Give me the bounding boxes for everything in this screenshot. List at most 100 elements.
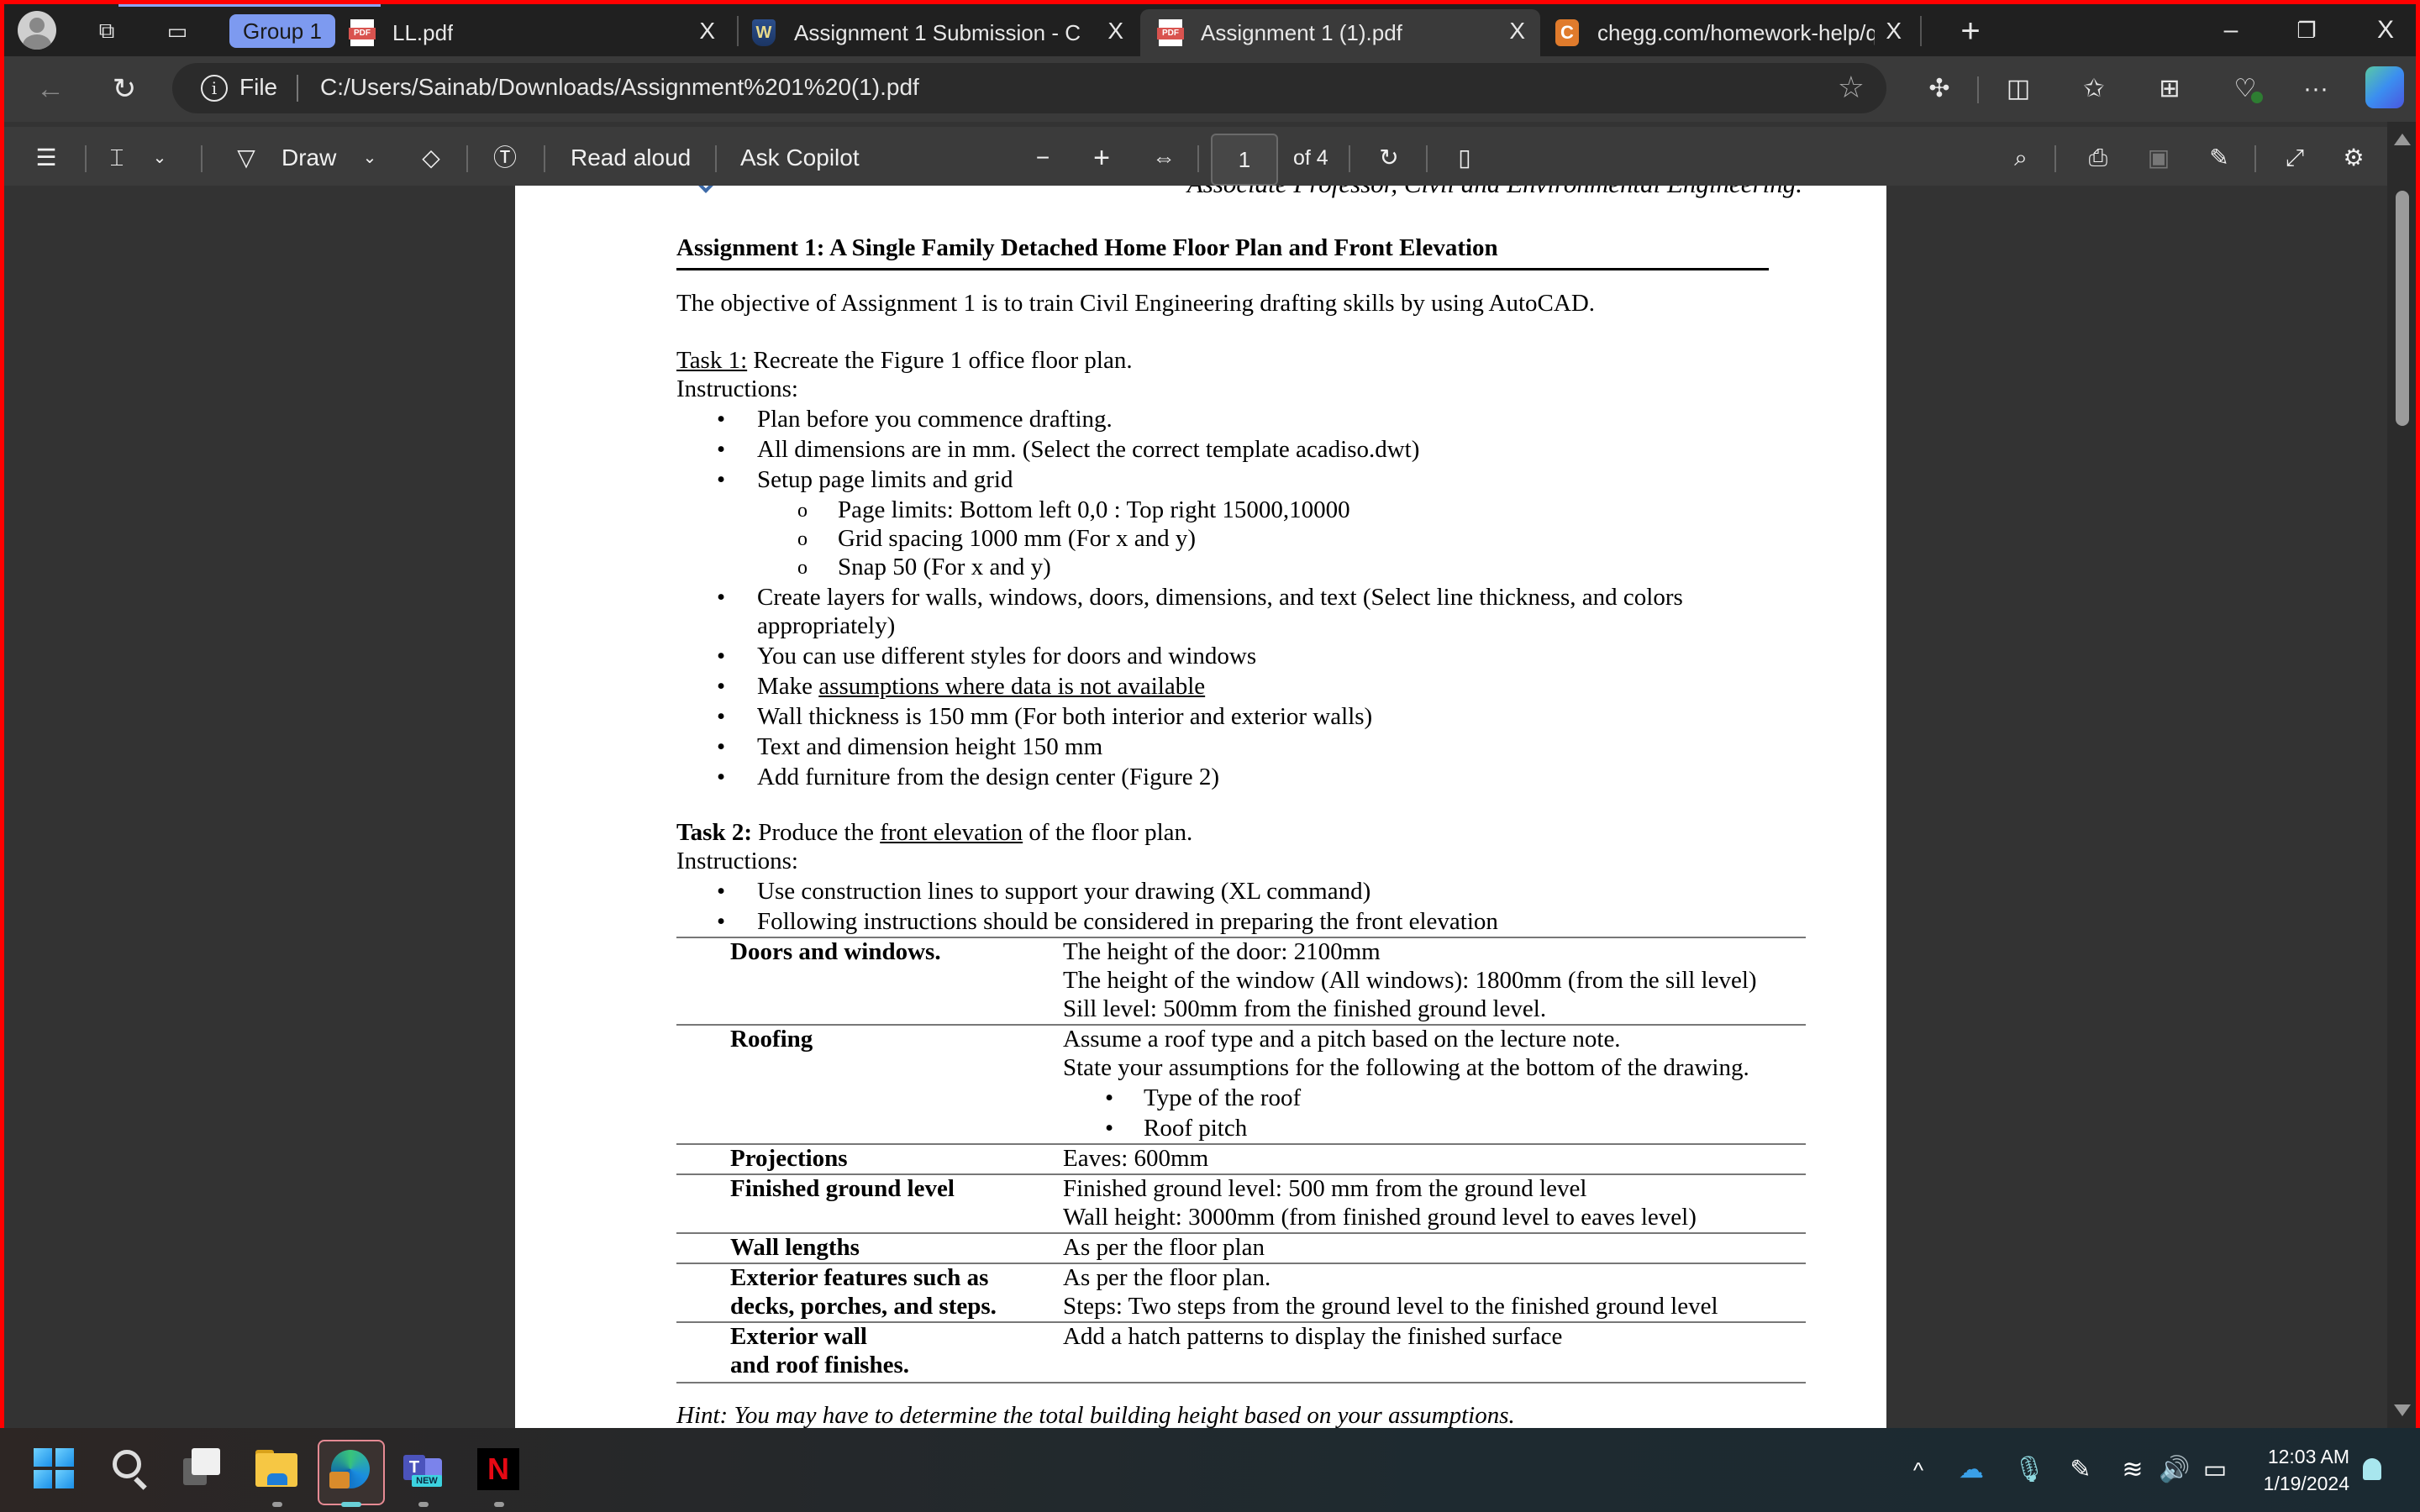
browser-window: ⧉ ▭ Group 1 LL.pdf X W Assignment 1 Subm… [0, 0, 2420, 1428]
list-item: Make assumptions where data is not avail… [717, 673, 1205, 701]
scroll-up-arrow-icon[interactable] [2394, 134, 2411, 145]
restore-button[interactable]: ❐ [2281, 11, 2332, 50]
title-divider [676, 268, 1769, 270]
table-cell: As per the floor plan [1063, 1234, 1265, 1261]
new-tab-button[interactable]: + [1952, 13, 1989, 50]
draw-button[interactable]: Draw [281, 137, 336, 179]
tab-ll-pdf[interactable]: LL.pdf X [349, 9, 730, 56]
wifi-icon[interactable]: ≋ [2116, 1452, 2149, 1488]
tab-assignment-pdf[interactable]: Assignment 1 (1).pdf X [1140, 9, 1540, 56]
scheme-label: File [239, 74, 278, 100]
netflix-icon[interactable]: N [477, 1448, 519, 1490]
tab-chegg[interactable]: C chegg.com/homework-help/ques X [1555, 9, 1917, 56]
scroll-down-arrow-icon[interactable] [2394, 1404, 2411, 1416]
tab-group-label[interactable]: Group 1 [229, 14, 335, 48]
fullscreen-icon[interactable]: ⤢ [2276, 137, 2313, 179]
refresh-button[interactable]: ↻ [103, 68, 145, 110]
split-screen-icon[interactable]: ◫ [1997, 68, 2039, 110]
table-row-label: Exterior features such as [730, 1264, 989, 1291]
close-tab-icon[interactable]: X [1886, 18, 1902, 45]
list-item: You can use different styles for doors a… [717, 643, 1256, 670]
tab-assignment-submission[interactable]: W Assignment 1 Submission - Civil I X [752, 9, 1139, 56]
highlight-icon[interactable]: ⌶ [98, 137, 135, 179]
favorites-icon[interactable]: ✩ [2073, 68, 2115, 110]
back-button[interactable]: ← [29, 68, 71, 110]
table-row-label: Exterior wall [730, 1323, 867, 1350]
vertical-tabs-icon[interactable]: ▭ [159, 13, 196, 50]
eraser-icon[interactable]: ◇ [413, 137, 450, 179]
collections-icon[interactable]: ⊞ [2149, 68, 2191, 110]
edge-browser-icon[interactable] [329, 1448, 371, 1490]
workspaces-icon[interactable]: ⧉ [88, 13, 125, 50]
onedrive-icon[interactable]: ☁ [1954, 1452, 1988, 1488]
task2-instructions-label: Instructions: [676, 848, 798, 874]
table-cell: Wall height: 3000mm (from finished groun… [1063, 1204, 1697, 1231]
pen-menu-icon[interactable]: ✎ [2064, 1452, 2097, 1488]
volume-icon[interactable]: 🔊 [2158, 1452, 2191, 1488]
highlight-dropdown-icon[interactable]: ⌄ [147, 137, 172, 179]
sub-list-item: Grid spacing 1000 mm (For x and y) [797, 525, 1196, 553]
add-text-icon[interactable]: Ⓣ [487, 137, 523, 179]
task-view-icon[interactable] [183, 1448, 225, 1490]
table-row-label: Doors and windows. [730, 938, 941, 965]
address-bar[interactable]: i File C:/Users/Sainab/Downloads/Assignm… [172, 63, 1886, 113]
table-cell: Steps: Two steps from the ground level t… [1063, 1293, 1718, 1320]
scrollbar-thumb[interactable] [2396, 191, 2409, 426]
notification-bell-icon[interactable] [2363, 1458, 2381, 1480]
url-text[interactable]: C:/Users/Sainab/Downloads/Assignment%201… [320, 74, 919, 101]
search-icon[interactable]: ⌕ [2002, 137, 2039, 179]
draw-icon[interactable]: ▽ [228, 137, 265, 179]
page-number-input[interactable]: 1 [1211, 134, 1278, 186]
close-window-button[interactable]: X [2360, 11, 2411, 50]
copilot-icon[interactable] [2365, 66, 2404, 108]
address-toolbar: ← ↻ i File C:/Users/Sainab/Downloads/Ass… [4, 56, 2416, 122]
favorite-star-icon[interactable]: ☆ [1838, 70, 1865, 105]
read-aloud-button[interactable]: Read aloud [571, 137, 691, 179]
list-item: Text and dimension height 150 mm [717, 733, 1102, 761]
save-icon[interactable]: ▣ [2140, 137, 2177, 179]
chegg-icon: C [1555, 19, 1579, 46]
list-item: All dimensions are in mm. (Select the co… [717, 436, 1419, 464]
fit-to-width-icon[interactable]: ⇔ [1145, 137, 1182, 179]
list-item-continuation: appropriately) [757, 612, 896, 639]
pdf-viewport: Associate Professor, Civil and Environme… [4, 186, 2387, 1428]
profile-avatar[interactable] [18, 11, 56, 50]
table-row-label: Wall lengths [730, 1234, 860, 1261]
draw-dropdown-icon[interactable]: ⌄ [357, 137, 382, 179]
page-view-icon[interactable]: ▯ [1446, 137, 1483, 179]
table-cell: The height of the door: 2100mm [1063, 938, 1381, 965]
microphone-icon[interactable]: 🎙 [2013, 1452, 2045, 1488]
header-fragment: Associate Professor, Civil and Environme… [1187, 186, 1802, 199]
taskbar-search-icon[interactable] [109, 1448, 151, 1490]
zoom-in-button[interactable]: + [1083, 137, 1120, 179]
sub-list-item: Snap 50 (For x and y) [797, 554, 1051, 581]
close-tab-icon[interactable]: X [1509, 18, 1525, 45]
close-tab-icon[interactable]: X [1107, 18, 1123, 45]
print-icon[interactable]: ⎙ [2080, 137, 2117, 179]
file-explorer-icon[interactable] [255, 1448, 297, 1490]
list-item: Setup page limits and grid [717, 466, 1013, 494]
system-clock[interactable]: 12:03 AM 1/19/2024 [2252, 1443, 2349, 1497]
save-as-icon[interactable]: ✎ [2201, 137, 2238, 179]
close-tab-icon[interactable]: X [699, 18, 715, 45]
university-shield-icon: W [752, 19, 776, 46]
start-button[interactable] [34, 1448, 76, 1490]
settings-gear-icon[interactable]: ⚙ [2335, 137, 2372, 179]
zoom-out-button[interactable]: − [1024, 137, 1061, 179]
battery-charging-icon[interactable]: ▭ [2198, 1452, 2232, 1488]
show-hidden-icons-chevron[interactable]: ^ [1906, 1452, 1931, 1488]
teams-icon[interactable]: T NEW [402, 1448, 444, 1490]
rotate-icon[interactable]: ↻ [1370, 137, 1407, 179]
university-logo-fragment [697, 186, 714, 193]
more-menu-icon[interactable]: ··· [2295, 68, 2337, 110]
tab-group-indicator [118, 4, 381, 7]
task2-heading: Task 2: Produce the front elevation of t… [676, 819, 1193, 846]
vertical-scrollbar[interactable] [2387, 122, 2416, 1428]
site-info-icon[interactable]: i [201, 75, 228, 102]
minimize-button[interactable]: – [2206, 11, 2256, 50]
ask-copilot-button[interactable]: Ask Copilot [740, 137, 860, 179]
contents-icon[interactable]: ☰ [28, 137, 65, 179]
extensions-icon[interactable]: ✣ [1918, 68, 1960, 110]
table-cell: The height of the window (All windows): … [1063, 967, 1757, 994]
browser-essentials-icon[interactable]: ♡ [2224, 68, 2266, 110]
